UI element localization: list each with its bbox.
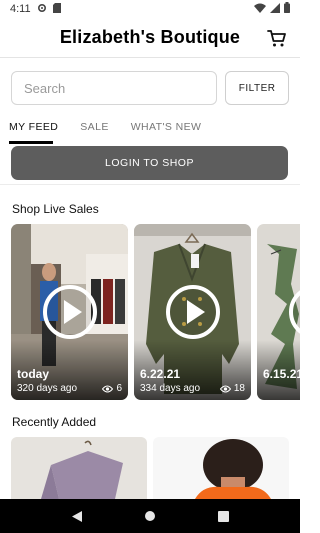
recents-square-icon <box>217 510 229 522</box>
live-sale-card[interactable]: 6.22.21 334 days ago 18 <box>134 224 251 400</box>
live-sales-carousel[interactable]: today 320 days ago 6 6.22.21 334 days ag… <box>11 224 300 400</box>
shopping-cart-icon <box>267 30 286 47</box>
section-divider <box>0 184 300 185</box>
play-icon[interactable] <box>287 283 301 341</box>
search-input[interactable] <box>11 71 218 105</box>
tab-whats-new[interactable]: WHAT'S NEW <box>131 118 202 144</box>
home-button[interactable] <box>142 508 158 524</box>
live-sales-title: Shop Live Sales <box>12 202 99 216</box>
view-count: 6 <box>116 383 122 394</box>
cart-button[interactable] <box>266 27 288 49</box>
product-card[interactable] <box>153 437 289 499</box>
recently-added-row[interactable] <box>11 437 300 499</box>
back-button[interactable] <box>69 508 85 524</box>
wifi-icon <box>254 3 266 16</box>
sd-card-icon <box>52 2 61 16</box>
product-card[interactable] <box>11 437 147 499</box>
eye-icon <box>219 385 231 392</box>
tab-label: MY FEED <box>9 121 59 133</box>
live-sale-card[interactable]: today 320 days ago 6 <box>11 224 128 400</box>
settings-gear-icon <box>37 3 47 16</box>
tab-label: WHAT'S NEW <box>130 121 202 133</box>
status-bar: 4:11 <box>0 0 300 18</box>
live-sale-card[interactable]: 6.15.21 <box>257 224 300 400</box>
play-icon[interactable] <box>41 283 99 341</box>
sale-days-ago: 320 days ago <box>17 383 78 394</box>
active-tab-indicator <box>9 141 53 144</box>
recents-button[interactable] <box>215 508 231 524</box>
orange-top-image <box>153 437 289 499</box>
sale-date: today <box>17 367 50 381</box>
sale-date: 6.22.21 <box>140 367 181 381</box>
tab-label: SALE <box>80 121 109 133</box>
sale-days-ago: 334 days ago <box>140 383 201 394</box>
sale-views: 18 <box>219 383 245 394</box>
home-circle-icon <box>144 511 155 521</box>
app-header: Elizabeth's Boutique <box>0 18 300 58</box>
recently-added-title: Recently Added <box>12 415 97 429</box>
tab-my-feed[interactable]: MY FEED <box>9 118 58 144</box>
sale-views: 6 <box>102 383 122 394</box>
lavender-top-image <box>11 437 147 499</box>
play-icon[interactable] <box>164 283 222 341</box>
tab-sale[interactable]: SALE <box>80 118 108 144</box>
eye-icon <box>102 385 114 392</box>
back-triangle-icon <box>71 510 82 522</box>
signal-icon <box>270 2 280 16</box>
app-title: Elizabeth's Boutique <box>59 27 241 47</box>
login-to-shop-button[interactable]: LOGIN TO SHOP <box>11 146 288 180</box>
filter-button[interactable]: FILTER <box>225 71 289 105</box>
battery-icon <box>284 2 290 16</box>
view-count: 18 <box>233 383 245 394</box>
status-time: 4:11 <box>10 3 31 15</box>
search-row: FILTER <box>0 58 300 118</box>
sale-date: 6.15.21 <box>263 367 300 381</box>
feed-tabs: MY FEED SALE WHAT'S NEW <box>0 118 300 144</box>
system-nav-bar <box>0 499 300 533</box>
